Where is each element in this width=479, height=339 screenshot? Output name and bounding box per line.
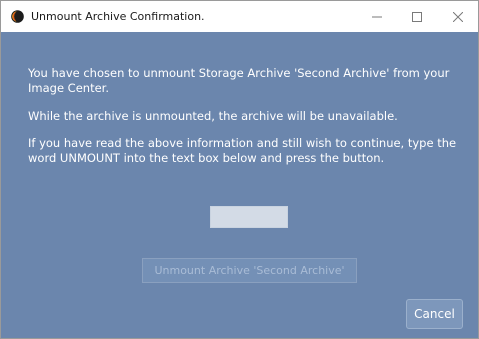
unmount-notice-line2: Image Center.	[28, 81, 109, 95]
close-button[interactable]	[438, 1, 478, 32]
close-icon	[453, 11, 463, 22]
maximize-icon	[412, 11, 422, 22]
app-logo-icon	[11, 10, 24, 23]
minimize-button[interactable]	[357, 1, 397, 32]
unmount-archive-button[interactable]: Unmount Archive 'Second Archive'	[142, 258, 357, 283]
window-title: Unmount Archive Confirmation.	[31, 10, 205, 23]
unmount-notice: You have chosen to unmount Storage Archi…	[28, 66, 449, 96]
title-bar[interactable]: Unmount Archive Confirmation.	[1, 1, 478, 32]
instructions-line1: If you have read the above information a…	[28, 136, 457, 150]
maximize-button[interactable]	[397, 1, 437, 32]
unavailable-warning: While the archive is unmounted, the arch…	[28, 109, 398, 123]
dialog-window: Unmount Archive Confirmation. You have c…	[0, 0, 479, 339]
unmount-notice-line1: You have chosen to unmount Storage Archi…	[28, 66, 450, 80]
instructions-line2: word UNMOUNT into the text box below and…	[28, 151, 385, 165]
cancel-button[interactable]: Cancel	[406, 299, 463, 329]
dialog-body: You have chosen to unmount Storage Archi…	[1, 32, 478, 338]
confirmation-text-input[interactable]	[210, 206, 288, 228]
minimize-icon	[372, 16, 382, 17]
instructions: If you have read the above information a…	[28, 136, 456, 166]
